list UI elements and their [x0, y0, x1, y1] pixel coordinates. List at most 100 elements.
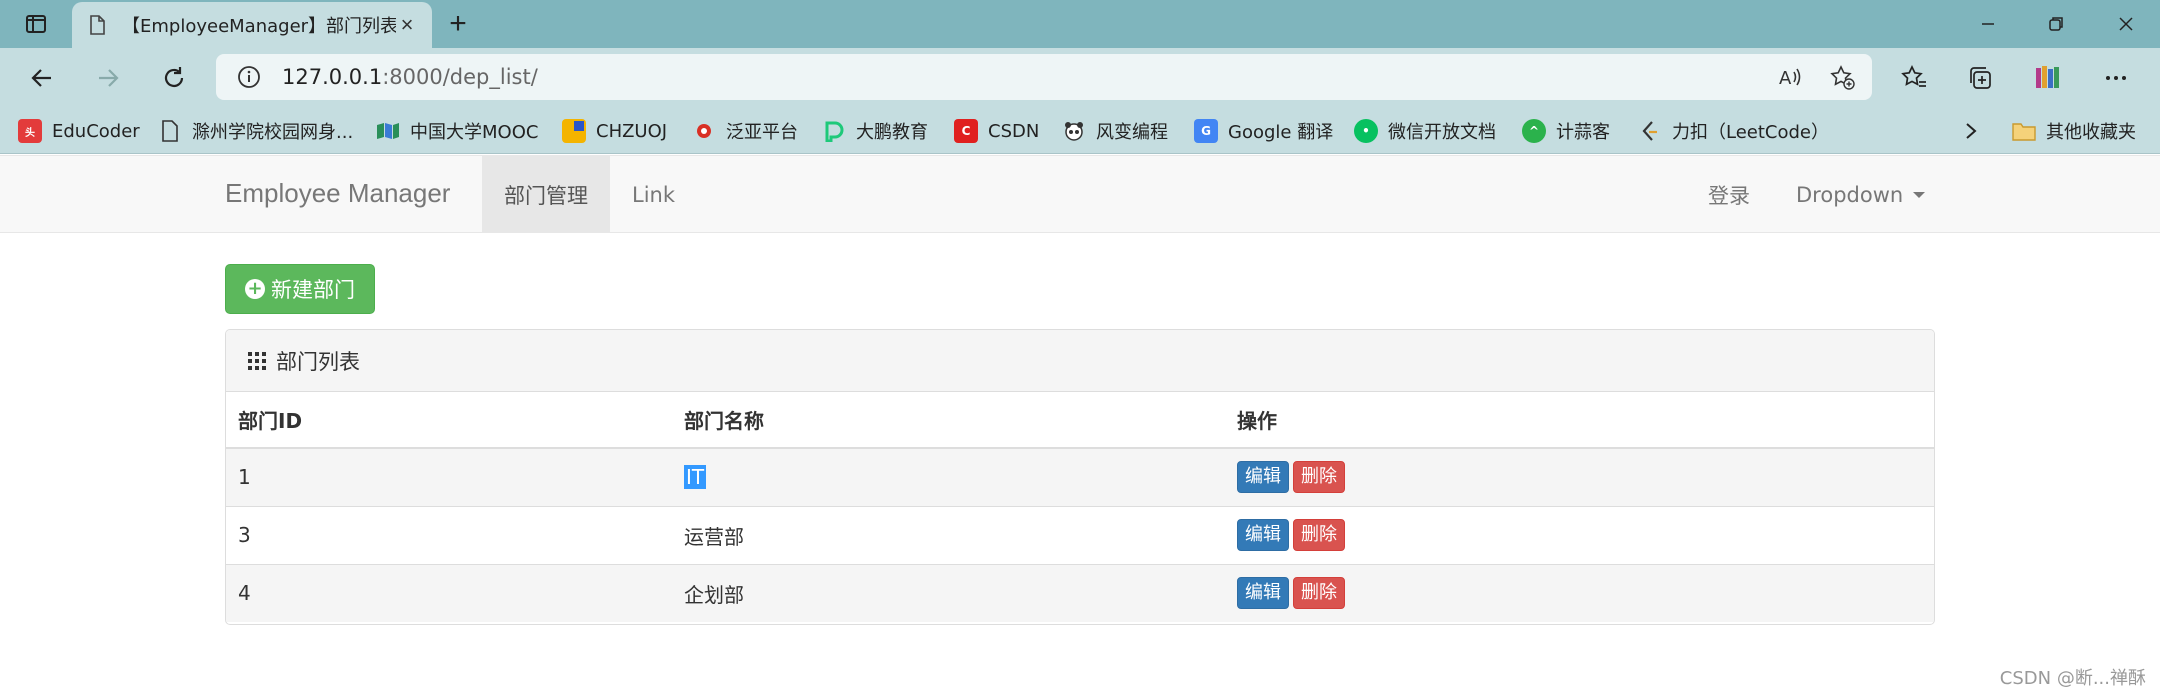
- table-row: 3 运营部 编辑 删除: [226, 505, 1934, 564]
- avatar-icon: [2036, 66, 2059, 88]
- table-row: 4 企划部 编辑 删除: [226, 563, 1934, 622]
- selected-text: IT: [684, 465, 707, 490]
- close-window-button[interactable]: [2092, 0, 2160, 48]
- toutiao-icon: 头: [18, 119, 42, 143]
- site-navbar: Employee Manager 部门管理 Link 登录 Dropdown: [0, 155, 2160, 233]
- department-panel: 部门列表 部门ID 部门名称 操作 1 IT 编辑删除 3 运营部 编辑删除: [225, 329, 1935, 625]
- edit-button[interactable]: 编辑: [1237, 577, 1289, 610]
- browser-tab[interactable]: 【EmployeeManager】部门列表 ×: [72, 2, 432, 48]
- edit-button[interactable]: 编辑: [1237, 519, 1289, 551]
- cell-actions: 编辑 删除: [1225, 563, 1934, 622]
- dapeng-icon: [822, 119, 846, 143]
- favorites-button[interactable]: [1896, 60, 1932, 96]
- nav-dropdown[interactable]: Dropdown: [1774, 156, 1947, 233]
- delete-button[interactable]: 删除: [1293, 519, 1345, 551]
- nav-item-departments[interactable]: 部门管理: [482, 156, 610, 233]
- close-tab-icon[interactable]: ×: [396, 12, 418, 37]
- plus-circle-icon: +: [245, 279, 265, 299]
- back-button[interactable]: [24, 60, 60, 96]
- bookmark-dapeng[interactable]: 大鹏教育: [822, 115, 928, 147]
- favorites-icon: [1901, 65, 1926, 87]
- url-text[interactable]: 127.0.0.1:8000/dep_list/: [282, 65, 538, 89]
- tab-strip: 【EmployeeManager】部门列表 × +: [0, 0, 2160, 48]
- leetcode-icon: [1638, 119, 1662, 143]
- edit-button[interactable]: 编辑: [1237, 461, 1289, 494]
- table-row: 1 IT 编辑 删除: [226, 447, 1934, 506]
- tab-actions-button[interactable]: [18, 10, 54, 38]
- create-button-label: 新建部门: [271, 278, 355, 302]
- cell-name: 运营部: [672, 505, 1225, 564]
- create-department-button[interactable]: + 新建部门: [225, 264, 375, 314]
- cell-id: 1: [226, 447, 672, 506]
- add-favorite-icon[interactable]: [1828, 63, 1856, 91]
- cell-actions: 编辑 删除: [1225, 447, 1934, 506]
- forward-button[interactable]: [90, 60, 126, 96]
- other-bookmarks-folder[interactable]: 其他收藏夹: [2012, 115, 2136, 147]
- reload-icon: [164, 67, 184, 87]
- bookmark-label: 其他收藏夹: [2046, 122, 2136, 143]
- navbar-brand[interactable]: Employee Manager: [225, 178, 450, 209]
- bookmark-label: CHZUOJ: [596, 120, 668, 142]
- bookmarks-overflow-button[interactable]: [1962, 115, 1980, 147]
- csdn-icon: C: [954, 119, 978, 143]
- url-host: 127.0.0.1: [282, 65, 383, 89]
- cell-name: IT: [672, 447, 1225, 506]
- tab-title: 【EmployeeManager】部门列表: [122, 16, 396, 37]
- collections-button[interactable]: [1962, 60, 1998, 96]
- folder-icon: [2012, 119, 2036, 143]
- bookmark-chzuoj[interactable]: CHZUOJ: [562, 115, 667, 147]
- bookmark-label: 计蒜客: [1556, 122, 1610, 143]
- bookmark-chzu[interactable]: 滁州学院校园网身...: [158, 115, 353, 147]
- restore-button[interactable]: [2022, 0, 2090, 48]
- bookmark-mooc[interactable]: 中国大学MOOC: [376, 115, 538, 147]
- google-translate-icon: G: [1194, 119, 1218, 143]
- department-table: 部门ID 部门名称 操作 1 IT 编辑 删除 3 运营部 编辑 删除 4 企划…: [226, 392, 1934, 622]
- address-bar[interactable]: 127.0.0.1:8000/dep_list/ A: [216, 54, 1872, 100]
- bookmark-label: 力扣（LeetCode）: [1672, 122, 1829, 143]
- bookmark-leetcode[interactable]: 力扣（LeetCode）: [1638, 115, 1829, 147]
- arrow-left-icon: [31, 69, 51, 87]
- cell-actions: 编辑 删除: [1225, 505, 1934, 564]
- reload-button[interactable]: [156, 60, 192, 96]
- bookmark-label: CSDN: [988, 120, 1040, 142]
- info-icon[interactable]: [236, 64, 262, 90]
- bookmark-google-translate[interactable]: G Google 翻译: [1194, 115, 1333, 147]
- profile-button[interactable]: [2030, 60, 2066, 96]
- bookmark-jisuanke[interactable]: ^ 计蒜客: [1522, 115, 1610, 147]
- cell-name: 企划部: [672, 563, 1225, 622]
- watermark: CSDN @断...禅酥: [1999, 668, 2146, 689]
- bookmark-educoder[interactable]: 头 EduCoder: [18, 115, 140, 147]
- panda-icon: [1062, 119, 1086, 143]
- bookmark-label: 微信开放文档: [1388, 122, 1496, 143]
- restore-icon: [2049, 17, 2063, 31]
- bookmark-label: 泛亚平台: [726, 122, 798, 143]
- bookmark-wechat-docs[interactable]: • 微信开放文档: [1354, 115, 1496, 147]
- chevron-right-icon: [1966, 123, 1977, 139]
- jisuanke-icon: ^: [1522, 119, 1546, 143]
- bookmark-fanya[interactable]: 泛亚平台: [692, 115, 798, 147]
- mooc-icon: [376, 119, 400, 143]
- close-icon: [2119, 17, 2133, 31]
- bookmark-label: 滁州学院校园网身...: [192, 122, 354, 143]
- bookmark-fengbian[interactable]: 风变编程: [1062, 115, 1168, 147]
- svg-text:A: A: [1779, 68, 1792, 89]
- minimize-icon: [1982, 23, 1994, 25]
- new-tab-button[interactable]: +: [442, 7, 474, 40]
- panel-title: 部门列表: [276, 349, 360, 374]
- nav-item-login[interactable]: 登录: [1686, 156, 1772, 233]
- dropdown-label: Dropdown: [1796, 182, 1904, 207]
- read-aloud-icon[interactable]: A: [1776, 63, 1804, 91]
- minimize-button[interactable]: [1954, 0, 2022, 48]
- bookmark-csdn[interactable]: C CSDN: [954, 115, 1039, 147]
- delete-button[interactable]: 删除: [1293, 461, 1345, 494]
- delete-button[interactable]: 删除: [1293, 577, 1345, 610]
- more-options-button[interactable]: [2098, 60, 2134, 96]
- bookmark-label: EduCoder: [52, 120, 140, 142]
- column-header-actions: 操作: [1225, 392, 1934, 449]
- collections-icon: [1970, 67, 1991, 89]
- fanya-icon: [692, 119, 716, 143]
- cell-id: 4: [226, 563, 672, 622]
- panel-heading: 部门列表: [226, 330, 1934, 392]
- bookmarks-bar: 头 EduCoder 滁州学院校园网身... 中国大学MOOC CHZUOJ 泛亚…: [0, 108, 2160, 154]
- nav-item-link[interactable]: Link: [610, 156, 697, 233]
